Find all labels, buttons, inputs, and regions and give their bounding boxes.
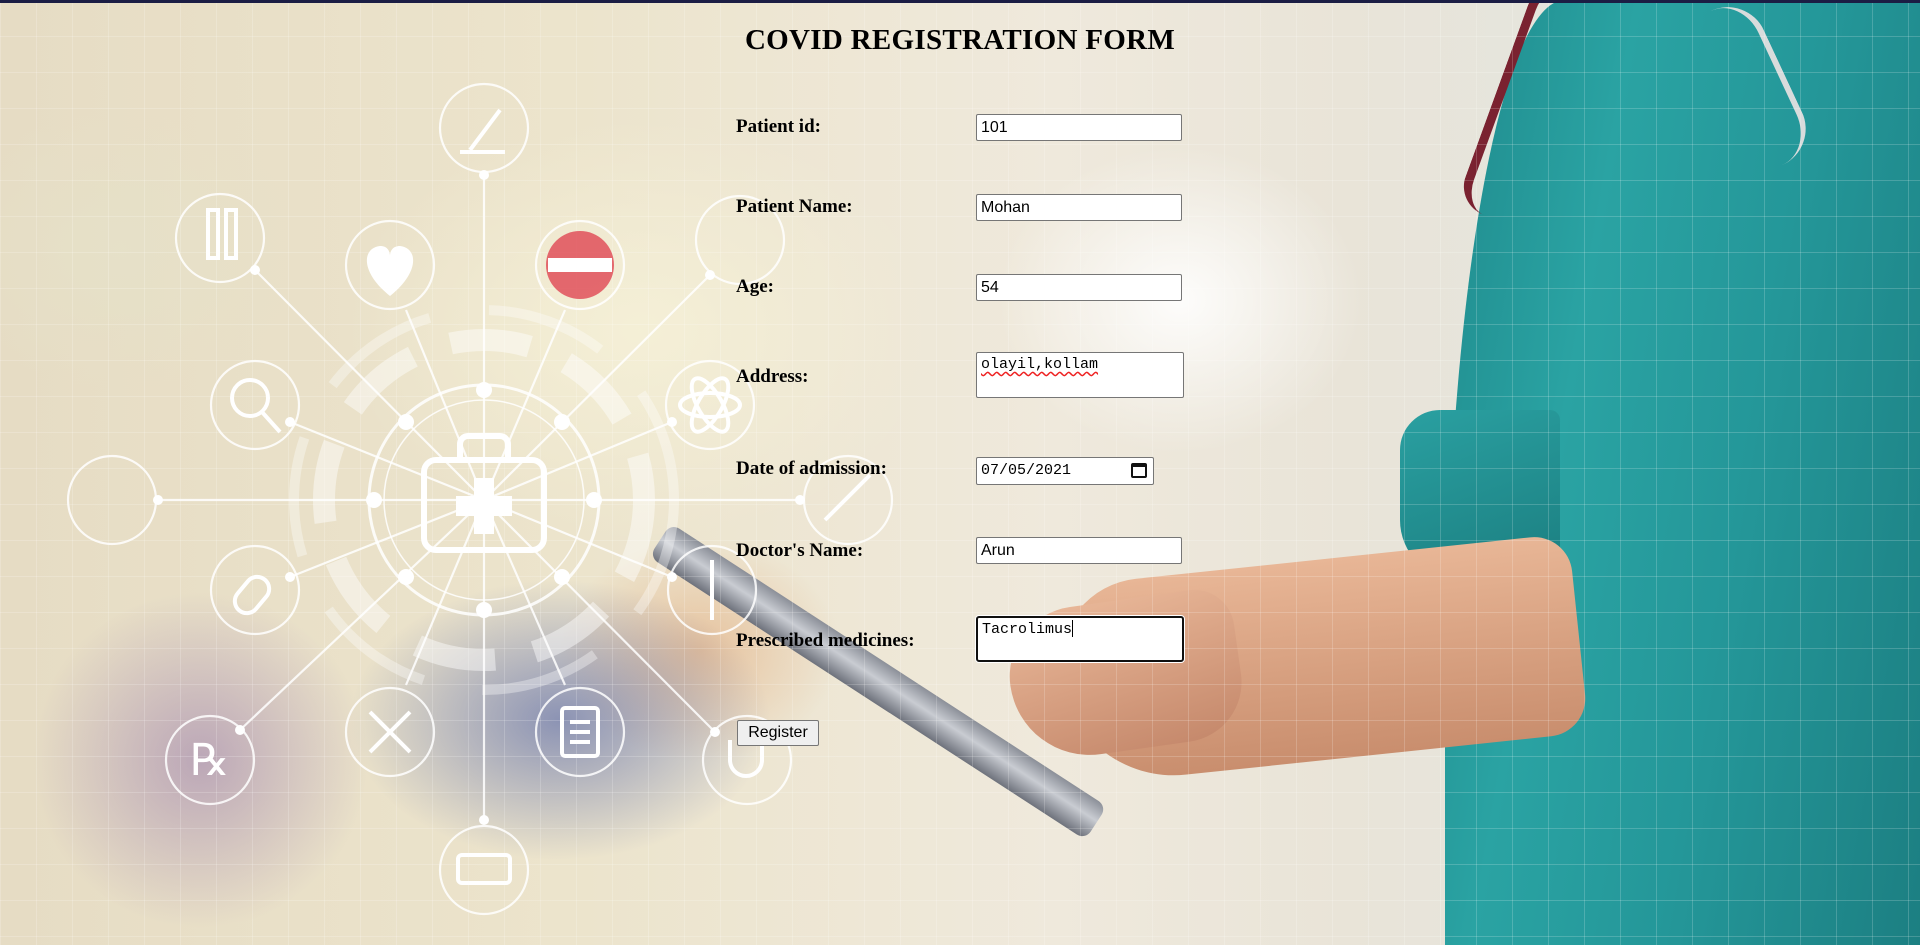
- date-of-admission-label: Date of admission:: [736, 458, 887, 479]
- date-of-admission-input[interactable]: 07/05/2021: [976, 457, 1154, 485]
- patient-id-input[interactable]: [976, 114, 1182, 141]
- age-label: Age:: [736, 276, 774, 297]
- doctor-name-input[interactable]: [976, 537, 1182, 564]
- register-button[interactable]: Register: [737, 720, 819, 746]
- svg-text:℞: ℞: [190, 736, 229, 785]
- patient-name-label: Patient Name:: [736, 196, 853, 217]
- patient-name-input[interactable]: [976, 194, 1182, 221]
- patient-id-label: Patient id:: [736, 116, 821, 137]
- medical-icon-hub: ℞: [66, 82, 894, 916]
- page-title: COVID REGISTRATION FORM: [744, 24, 1176, 56]
- top-border: [0, 0, 1920, 3]
- calendar-icon[interactable]: [1131, 463, 1147, 478]
- address-value: olayil,kollam: [981, 356, 1099, 373]
- date-value: 07/05/2021: [981, 462, 1072, 479]
- prescribed-medicines-value: Tacrolimus: [982, 621, 1073, 638]
- address-label: Address:: [736, 366, 809, 387]
- doctor-name-label: Doctor's Name:: [736, 540, 864, 561]
- address-textarea[interactable]: olayil,kollam: [976, 352, 1184, 398]
- text-cursor: [1072, 620, 1074, 638]
- prescribed-medicines-label: Prescribed medicines:: [736, 630, 915, 651]
- background-photo: ℞: [0, 0, 1920, 945]
- age-input[interactable]: [976, 274, 1182, 301]
- prescribed-medicines-textarea[interactable]: Tacrolimus: [976, 616, 1184, 662]
